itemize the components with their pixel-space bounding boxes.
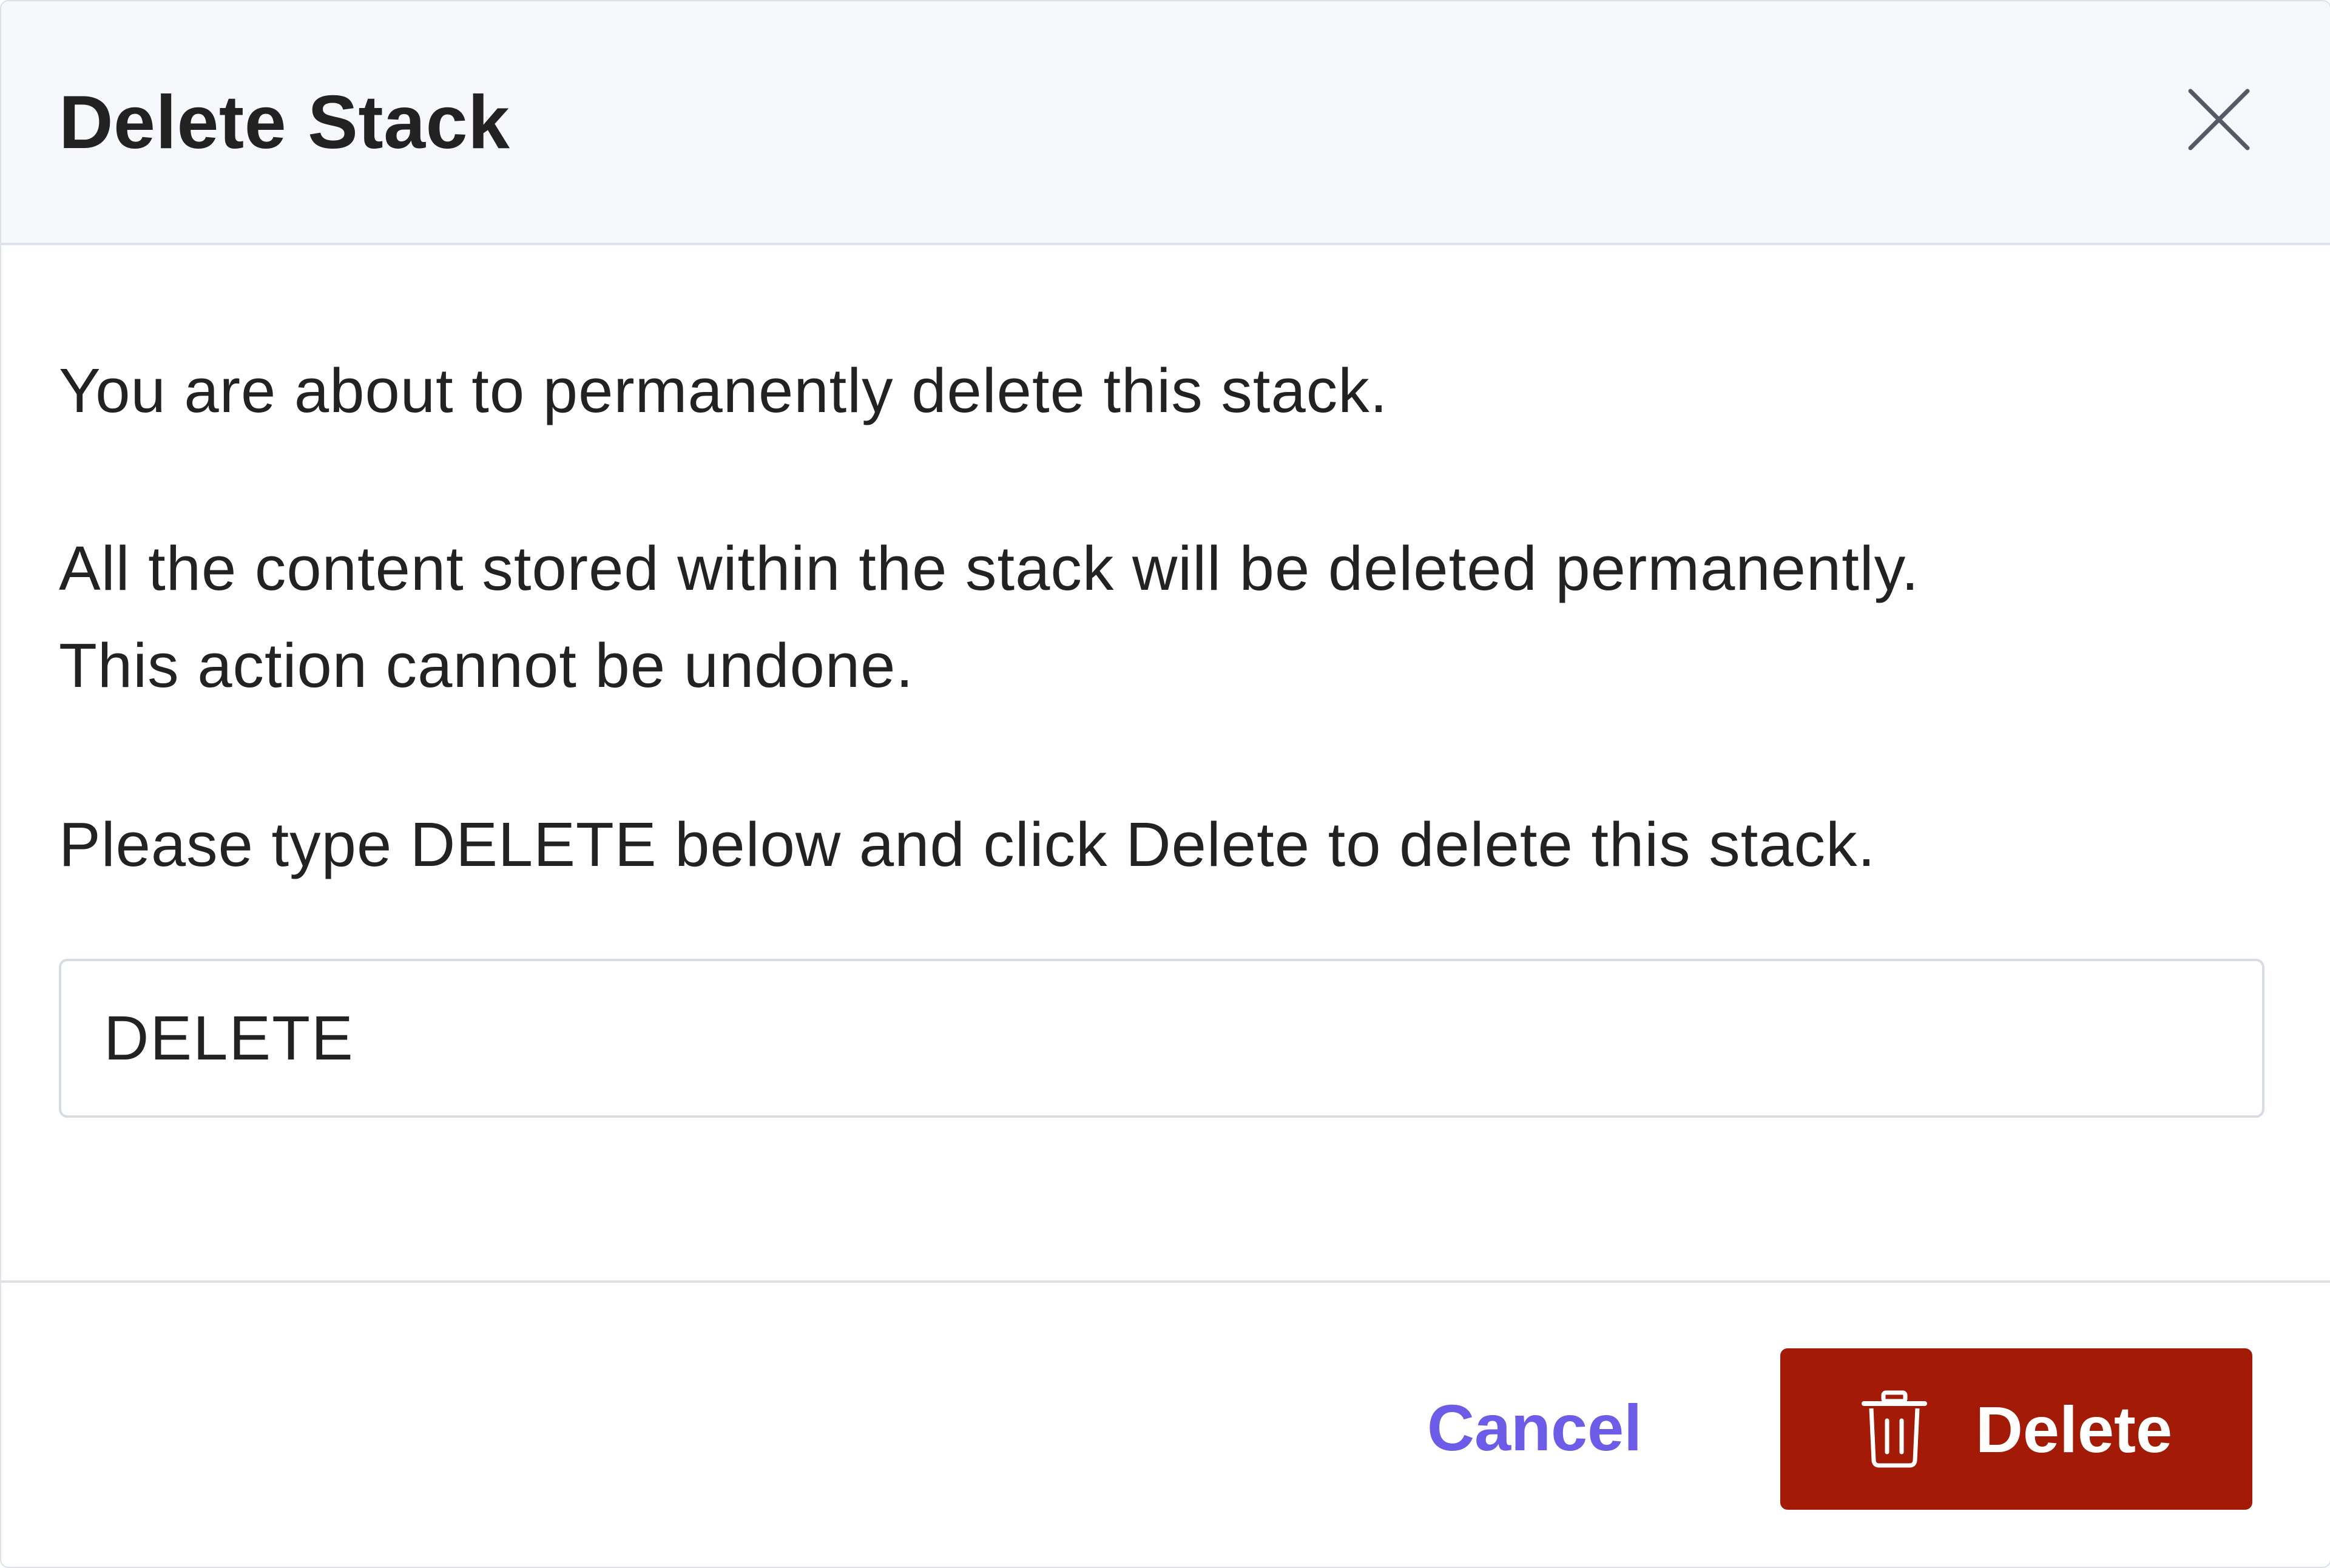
trash-icon: [1860, 1389, 1928, 1469]
cancel-button[interactable]: Cancel: [1397, 1379, 1672, 1476]
warning-text: You are about to permanently delete this…: [59, 356, 1388, 425]
confirm-delete-input[interactable]: [59, 959, 2264, 1118]
dialog-title: Delete Stack: [59, 81, 510, 164]
undo-warning-text: This action cannot be undone.: [59, 630, 914, 700]
footer-divider: [1, 1280, 2330, 1283]
delete-button-label: Delete: [1975, 1392, 2173, 1466]
dialog-header: Delete Stack: [1, 1, 2330, 245]
content-warning-text: All the content stored within the stack …: [59, 533, 1920, 603]
delete-button[interactable]: Delete: [1780, 1348, 2252, 1510]
close-button[interactable]: [2180, 80, 2258, 159]
close-icon: [2188, 89, 2250, 150]
delete-stack-dialog: Delete Stack You are about to permanentl…: [0, 0, 2330, 1568]
instruction-text: Please type DELETE below and click Delet…: [59, 809, 1876, 879]
